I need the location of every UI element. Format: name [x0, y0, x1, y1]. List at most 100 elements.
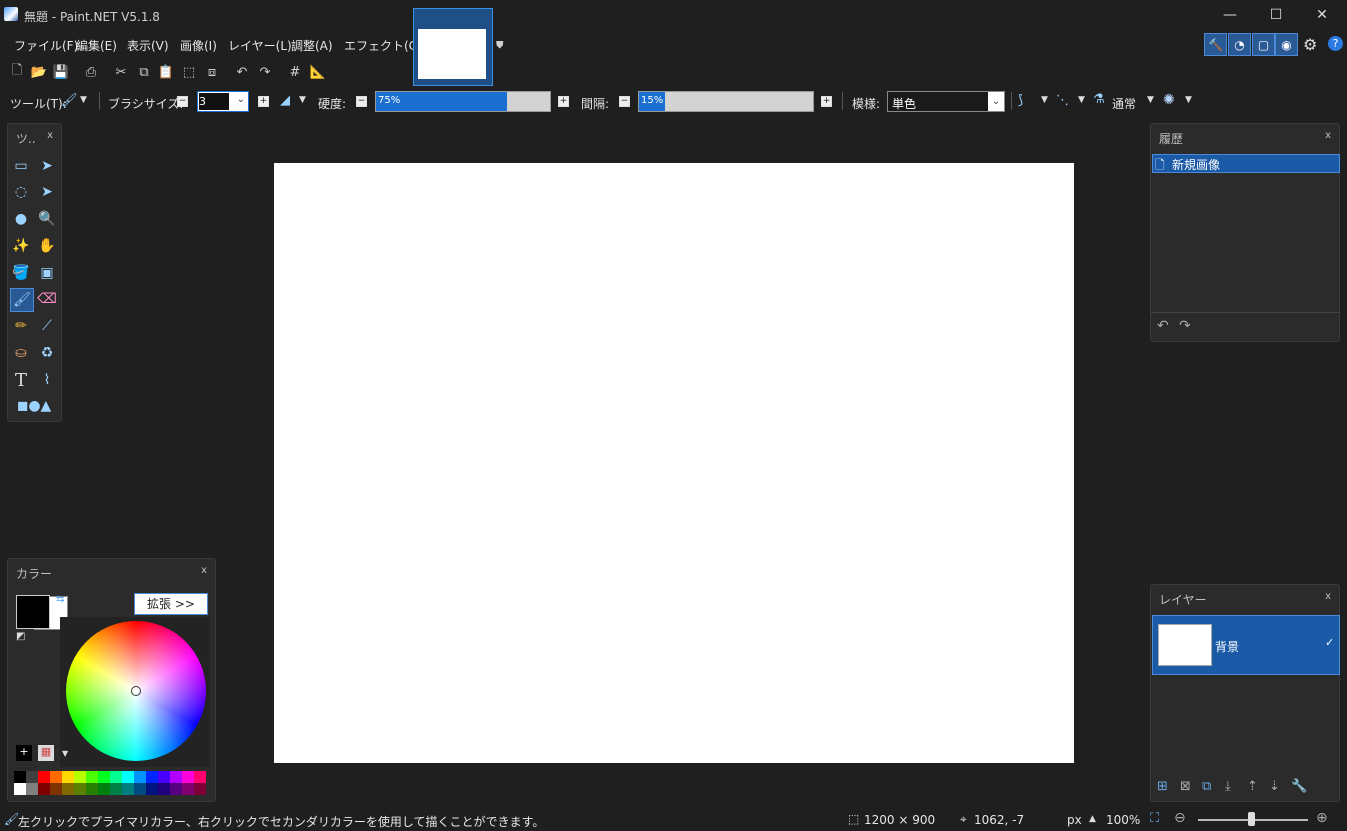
- line-curve-tool-icon[interactable]: ⌇: [36, 369, 58, 391]
- reset-colors-icon[interactable]: ◩: [16, 631, 25, 642]
- palette-swatch[interactable]: [14, 771, 26, 783]
- close-button[interactable]: ✕: [1299, 0, 1345, 30]
- magic-wand-tool-icon[interactable]: ✨: [10, 235, 32, 257]
- pencil-tool-icon[interactable]: ✏: [10, 315, 32, 337]
- paintbrush-tool-icon[interactable]: 🖌: [61, 93, 78, 108]
- move-selection-tool-icon[interactable]: ➤: [36, 181, 58, 203]
- zoom-tool-icon[interactable]: 🔍: [36, 208, 58, 230]
- palette-swatch[interactable]: [50, 783, 62, 795]
- palette-swatch[interactable]: [194, 771, 206, 783]
- spacing-increase-button[interactable]: +: [821, 96, 832, 107]
- brush-size-decrease-button[interactable]: −: [177, 96, 188, 107]
- open-file-icon[interactable]: 📂: [30, 63, 48, 81]
- history-toggle-icon[interactable]: ◔: [1228, 33, 1251, 56]
- palette-swatch[interactable]: [98, 783, 110, 795]
- maximize-button[interactable]: ☐: [1253, 0, 1299, 30]
- palette-swatch[interactable]: [134, 771, 146, 783]
- move-layer-up-icon[interactable]: ⇡: [1247, 779, 1258, 794]
- pattern-select[interactable]: 単色 ⌄: [887, 91, 1005, 112]
- tab-list-icon[interactable]: ⛊: [496, 40, 504, 51]
- fill-dropdown-icon[interactable]: ▼: [1041, 95, 1048, 105]
- palette-swatch[interactable]: [86, 771, 98, 783]
- move-layer-down-icon[interactable]: ⇣: [1269, 779, 1280, 794]
- merge-layer-icon[interactable]: ⤓: [1225, 779, 1231, 794]
- settings-gear-icon[interactable]: ⚙: [1303, 35, 1317, 54]
- zoom-in-icon[interactable]: ⊕: [1316, 810, 1328, 826]
- tools-toggle-icon[interactable]: 🔨: [1204, 33, 1227, 56]
- palette-swatch[interactable]: [26, 771, 38, 783]
- palette-swatch[interactable]: [182, 783, 194, 795]
- save-icon[interactable]: 💾: [52, 63, 70, 81]
- menu-effect[interactable]: エフェクト(C): [344, 37, 422, 54]
- palette-swatch[interactable]: [74, 771, 86, 783]
- ruler-icon[interactable]: 📐: [309, 63, 327, 81]
- hardness-slider[interactable]: 75%: [375, 91, 551, 112]
- palette-swatch[interactable]: [122, 771, 134, 783]
- sampling-dropdown-icon[interactable]: ▼: [1185, 95, 1192, 105]
- shapes-tool-icon[interactable]: ◼●▲: [17, 395, 52, 417]
- palette-swatch[interactable]: [194, 783, 206, 795]
- blend-mode-value[interactable]: 通常: [1112, 95, 1136, 112]
- lasso-select-tool-icon[interactable]: ◌: [10, 181, 32, 203]
- zoom-fit-icon[interactable]: ⛶: [1150, 811, 1159, 826]
- color-wheel-cursor[interactable]: [131, 686, 141, 696]
- undo-icon[interactable]: ↶: [233, 63, 251, 81]
- redo-icon[interactable]: ↷: [256, 63, 274, 81]
- zoom-out-icon[interactable]: ⊖: [1174, 810, 1186, 826]
- layer-properties-icon[interactable]: 🔧: [1291, 779, 1307, 794]
- clone-stamp-tool-icon[interactable]: ⛀: [10, 342, 32, 364]
- palette-swatch[interactable]: [110, 771, 122, 783]
- grid-icon[interactable]: #: [286, 63, 304, 81]
- palette-swatch[interactable]: [62, 771, 74, 783]
- menu-adjust[interactable]: 調整(A): [291, 37, 333, 54]
- palette-swatch[interactable]: [146, 771, 158, 783]
- zoom-slider-handle[interactable]: [1248, 812, 1255, 826]
- delete-layer-icon[interactable]: ⊠: [1180, 779, 1191, 794]
- palette-swatch[interactable]: [170, 771, 182, 783]
- tool-dropdown-icon[interactable]: ▼: [80, 95, 87, 105]
- menu-layer[interactable]: レイヤー(L): [228, 37, 292, 54]
- swap-colors-icon[interactable]: ⇆: [56, 594, 64, 605]
- layers-panel-close-icon[interactable]: x: [1325, 591, 1331, 602]
- antialiasing-icon[interactable]: ◢: [280, 93, 290, 108]
- layer-row[interactable]: 背景 ✓: [1152, 615, 1340, 675]
- color-picker-tool-icon[interactable]: ⟋: [36, 315, 58, 337]
- menu-edit[interactable]: 編集(E): [76, 37, 117, 54]
- palette-swatch[interactable]: [74, 783, 86, 795]
- rectangle-select-tool-icon[interactable]: ▭: [10, 155, 32, 177]
- palette-swatch[interactable]: [14, 783, 26, 795]
- selection-mode-icon[interactable]: ⋱: [1056, 93, 1069, 108]
- tools-panel-close-icon[interactable]: x: [47, 130, 53, 141]
- menu-view[interactable]: 表示(V): [127, 37, 169, 54]
- antialias-dropdown-icon[interactable]: ▼: [299, 95, 306, 105]
- paste-icon[interactable]: 📋: [157, 63, 175, 81]
- primary-color-swatch[interactable]: [16, 595, 50, 629]
- history-undo-icon[interactable]: ↶: [1157, 318, 1169, 334]
- palette-swatch[interactable]: [38, 783, 50, 795]
- palette-swatch[interactable]: [110, 783, 122, 795]
- palette-swatch[interactable]: [170, 783, 182, 795]
- history-redo-icon[interactable]: ↷: [1179, 318, 1191, 334]
- deselect-icon[interactable]: ⧈: [203, 63, 221, 81]
- blend-dropdown-icon[interactable]: ▼: [1147, 95, 1154, 105]
- blend-mode-icon[interactable]: ⚗: [1093, 92, 1105, 107]
- fill-mode-icon[interactable]: ⟆: [1018, 93, 1023, 108]
- menu-image[interactable]: 画像(I): [180, 37, 217, 54]
- hardness-decrease-button[interactable]: −: [356, 96, 367, 107]
- palette-dropdown-icon[interactable]: ▼: [62, 749, 68, 758]
- spacing-decrease-button[interactable]: −: [619, 96, 630, 107]
- hardness-increase-button[interactable]: +: [558, 96, 569, 107]
- duplicate-layer-icon[interactable]: ⧉: [1202, 779, 1211, 794]
- brush-size-increase-button[interactable]: +: [258, 96, 269, 107]
- palette-swatch[interactable]: [146, 783, 158, 795]
- eraser-tool-icon[interactable]: ⌫: [36, 288, 58, 310]
- chevron-down-icon[interactable]: ⌄: [988, 92, 1004, 111]
- help-icon[interactable]: ?: [1328, 36, 1343, 51]
- unit-selector[interactable]: px: [1067, 813, 1082, 827]
- palette-icon[interactable]: ▦: [38, 745, 54, 761]
- paint-bucket-tool-icon[interactable]: 🪣: [10, 262, 32, 284]
- brush-size-input[interactable]: 3 ⌄: [197, 91, 249, 112]
- colors-toggle-icon[interactable]: ◉: [1275, 33, 1298, 56]
- palette-swatch[interactable]: [182, 771, 194, 783]
- zoom-level[interactable]: 100%: [1106, 813, 1140, 827]
